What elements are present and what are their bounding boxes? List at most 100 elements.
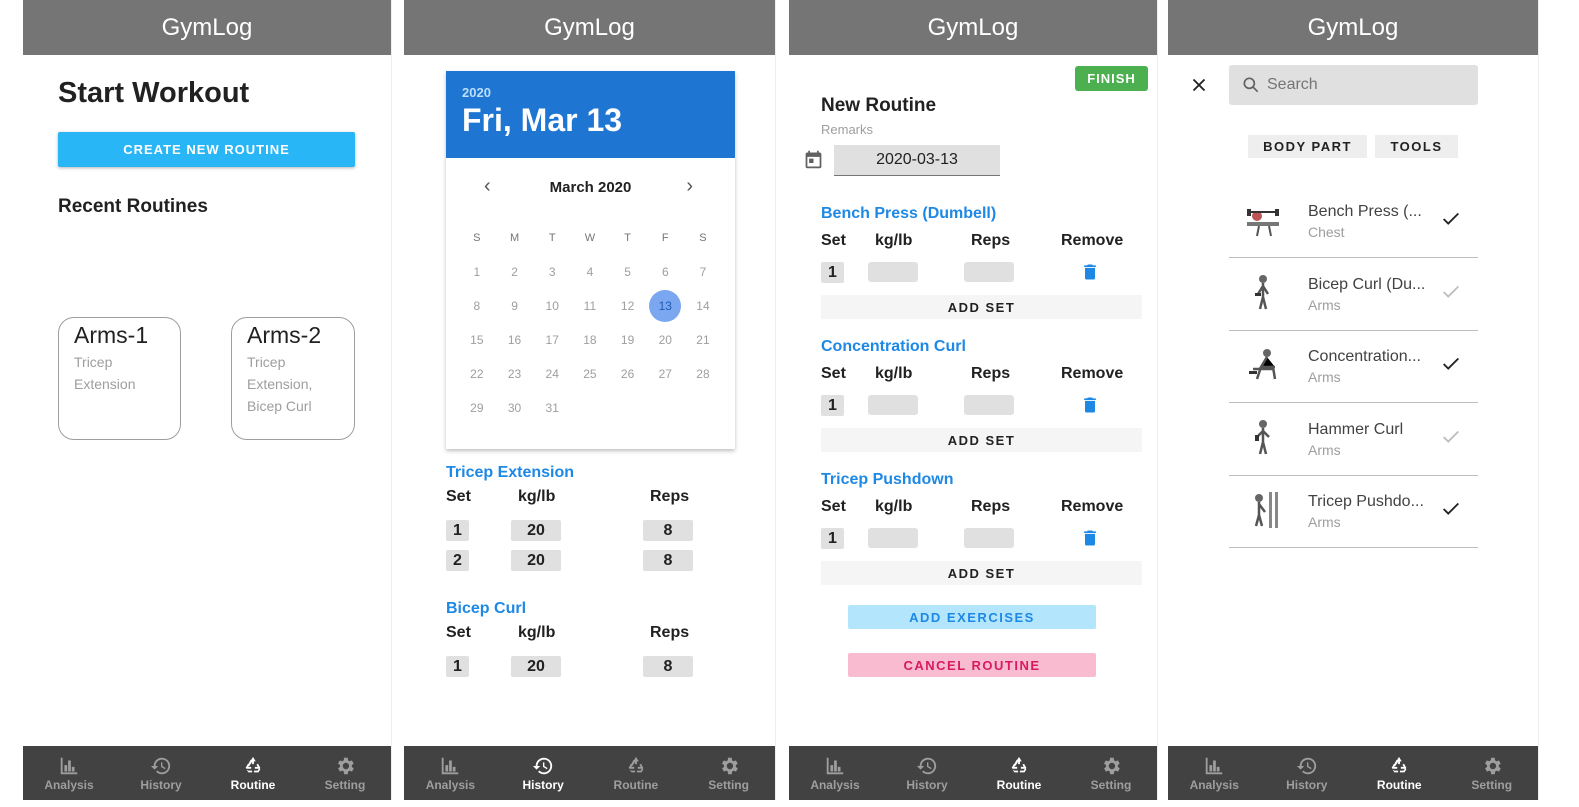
calendar-day[interactable]: 20 bbox=[646, 323, 684, 357]
calendar-grid: S M T W T F S 1 2 3 4 5 6 7 8 9 10 11 12 13 14 15 16 17 18 19 20 21… bbox=[458, 221, 722, 425]
remarks-field[interactable]: Remarks bbox=[821, 122, 873, 137]
trash-icon[interactable] bbox=[1080, 261, 1100, 283]
nav-analysis[interactable]: Analysis bbox=[23, 746, 115, 800]
nav-setting[interactable]: Setting bbox=[299, 746, 391, 800]
weight-input[interactable] bbox=[868, 528, 918, 548]
calendar-day[interactable]: 21 bbox=[684, 323, 722, 357]
nav-analysis[interactable]: Analysis bbox=[404, 746, 497, 800]
nav-history[interactable]: History bbox=[1261, 746, 1354, 800]
finish-button[interactable]: FINISH bbox=[1075, 66, 1148, 91]
calendar-day[interactable]: 4 bbox=[571, 255, 609, 289]
weight-header: kg/lb bbox=[875, 365, 913, 382]
nav-setting[interactable]: Setting bbox=[1065, 746, 1157, 800]
exercise-category: Arms bbox=[1308, 514, 1341, 530]
calendar-day[interactable]: 12 bbox=[609, 289, 647, 323]
close-icon[interactable] bbox=[1188, 74, 1210, 96]
routine-card[interactable]: Arms-2 Tricep Extension, Bicep Curl bbox=[231, 317, 355, 440]
routine-name[interactable]: New Routine bbox=[821, 95, 936, 117]
calendar-day[interactable]: 7 bbox=[684, 255, 722, 289]
recycle-icon bbox=[628, 756, 644, 772]
calendar-day[interactable]: 15 bbox=[458, 323, 496, 357]
remove-header: Remove bbox=[1061, 365, 1124, 382]
reps-input[interactable] bbox=[964, 528, 1014, 548]
date-field[interactable]: 2020-03-13 bbox=[834, 145, 1000, 176]
nav-history[interactable]: History bbox=[881, 746, 973, 800]
calendar-day[interactable]: 1 bbox=[458, 255, 496, 289]
checkmark-icon[interactable] bbox=[1440, 208, 1462, 230]
calendar-day[interactable]: 27 bbox=[646, 357, 684, 391]
exercise-list-item[interactable]: Bench Press (... Chest bbox=[1229, 186, 1478, 258]
app-bar: GymLog bbox=[23, 0, 391, 55]
next-month-icon[interactable]: › bbox=[686, 175, 693, 198]
calendar-day[interactable]: 5 bbox=[609, 255, 647, 289]
calendar-day[interactable]: 6 bbox=[646, 255, 684, 289]
routine-card[interactable]: Arms-1 Tricep Extension bbox=[58, 317, 181, 440]
add-exercises-button[interactable]: ADD EXERCISES bbox=[848, 605, 1096, 629]
exercise-list-item[interactable]: Concentration... Arms bbox=[1229, 331, 1478, 403]
calendar-day[interactable]: 30 bbox=[496, 391, 534, 425]
app-title: GymLog bbox=[544, 13, 635, 41]
calendar-day[interactable]: 17 bbox=[533, 323, 571, 357]
cancel-routine-button[interactable]: CANCEL ROUTINE bbox=[848, 653, 1096, 677]
exercise-category: Arms bbox=[1308, 297, 1341, 313]
nav-analysis[interactable]: Analysis bbox=[1168, 746, 1261, 800]
add-set-button[interactable]: ADD SET bbox=[821, 561, 1142, 585]
reps-input[interactable] bbox=[964, 262, 1014, 282]
nav-routine[interactable]: Routine bbox=[1353, 746, 1446, 800]
nav-routine[interactable]: Routine bbox=[207, 746, 299, 800]
calendar-day[interactable]: 9 bbox=[496, 289, 534, 323]
nav-history[interactable]: History bbox=[115, 746, 207, 800]
checkmark-icon[interactable] bbox=[1440, 353, 1462, 375]
exercise-picker-screen: GymLog Search BODY PART TOOLS Bench Pres… bbox=[1168, 0, 1539, 800]
calendar-day[interactable]: 22 bbox=[458, 357, 496, 391]
calendar-day[interactable]: 19 bbox=[609, 323, 647, 357]
calendar-day[interactable]: 14 bbox=[684, 289, 722, 323]
selected-year[interactable]: 2020 bbox=[462, 85, 719, 100]
calendar-day[interactable]: 24 bbox=[533, 357, 571, 391]
trash-icon[interactable] bbox=[1080, 527, 1100, 549]
nav-label: History bbox=[140, 777, 182, 792]
calendar-day[interactable]: 13 bbox=[646, 289, 684, 323]
checkmark-icon[interactable] bbox=[1440, 281, 1462, 303]
calendar-day[interactable]: 31 bbox=[533, 391, 571, 425]
calendar-day[interactable]: 26 bbox=[609, 357, 647, 391]
filter-tools-button[interactable]: TOOLS bbox=[1375, 135, 1458, 158]
search-input[interactable]: Search bbox=[1229, 65, 1478, 105]
calendar-day[interactable]: 3 bbox=[533, 255, 571, 289]
create-new-routine-button[interactable]: CREATE NEW ROUTINE bbox=[58, 132, 355, 167]
exercise-thumbnail-icon bbox=[1249, 349, 1277, 380]
calendar-day[interactable]: 10 bbox=[533, 289, 571, 323]
exercise-list-item[interactable]: Tricep Pushdo... Arms bbox=[1229, 476, 1478, 548]
nav-setting[interactable]: Setting bbox=[1446, 746, 1539, 800]
checkmark-icon[interactable] bbox=[1440, 498, 1462, 520]
calendar-day[interactable]: 28 bbox=[684, 357, 722, 391]
trash-icon[interactable] bbox=[1080, 394, 1100, 416]
calendar-day[interactable]: 8 bbox=[458, 289, 496, 323]
exercise-list-item[interactable]: Bicep Curl (Du... Arms bbox=[1229, 259, 1478, 331]
exercise-list-item[interactable]: Hammer Curl Arms bbox=[1229, 404, 1478, 476]
nav-history[interactable]: History bbox=[497, 746, 590, 800]
checkmark-icon[interactable] bbox=[1440, 426, 1462, 448]
weight-input[interactable] bbox=[868, 395, 918, 415]
add-set-button[interactable]: ADD SET bbox=[821, 295, 1142, 319]
nav-analysis[interactable]: Analysis bbox=[789, 746, 881, 800]
reps-value: 8 bbox=[643, 656, 693, 677]
calendar-day[interactable]: 2 bbox=[496, 255, 534, 289]
reps-input[interactable] bbox=[964, 395, 1014, 415]
calendar-day[interactable]: 18 bbox=[571, 323, 609, 357]
add-set-button[interactable]: ADD SET bbox=[821, 428, 1142, 452]
weight-input[interactable] bbox=[868, 262, 918, 282]
app-bar: GymLog bbox=[789, 0, 1157, 55]
calendar-day[interactable]: 16 bbox=[496, 323, 534, 357]
date-picker-header: 2020 Fri, Mar 13 bbox=[446, 71, 735, 158]
calendar-day[interactable]: 23 bbox=[496, 357, 534, 391]
calendar-day[interactable]: 25 bbox=[571, 357, 609, 391]
nav-routine[interactable]: Routine bbox=[973, 746, 1065, 800]
calendar-day[interactable]: 11 bbox=[571, 289, 609, 323]
routine-card-desc: Tricep Extension, Bicep Curl bbox=[247, 354, 313, 414]
nav-setting[interactable]: Setting bbox=[682, 746, 775, 800]
nav-routine[interactable]: Routine bbox=[590, 746, 683, 800]
calendar-icon[interactable] bbox=[803, 149, 824, 170]
calendar-day[interactable]: 29 bbox=[458, 391, 496, 425]
filter-body-part-button[interactable]: BODY PART bbox=[1248, 135, 1367, 158]
